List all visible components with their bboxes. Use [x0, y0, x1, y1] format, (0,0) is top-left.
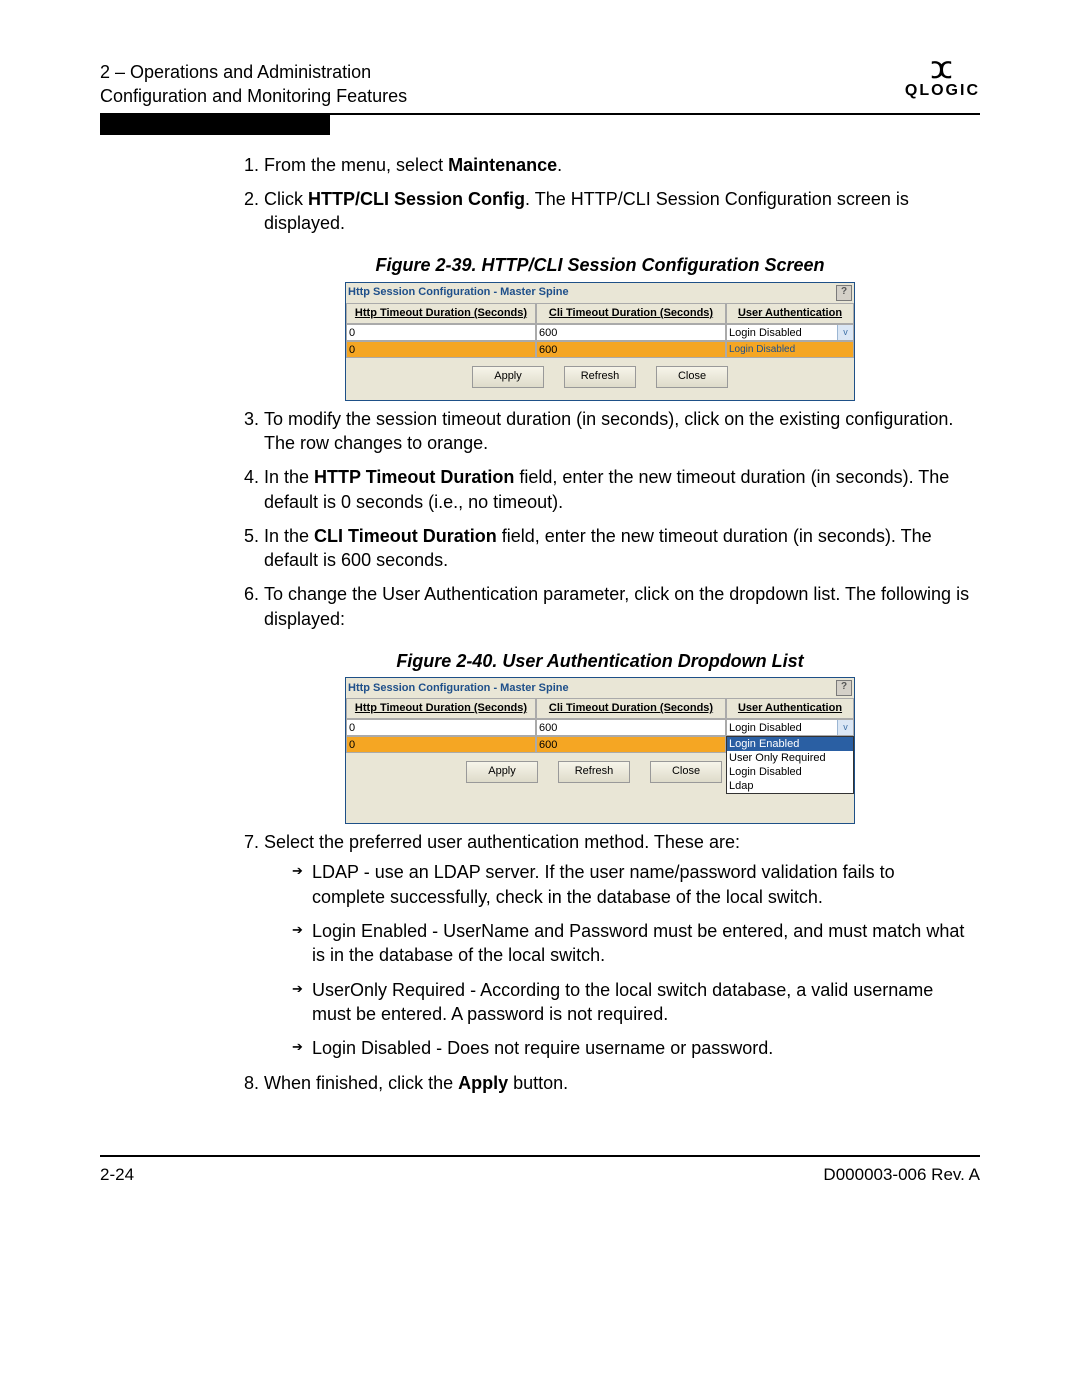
instruction-list-cont: To modify the session timeout duration (…	[230, 407, 970, 631]
brand-name: QLOGIC	[905, 82, 980, 100]
close-button[interactable]: Close	[650, 761, 722, 783]
page-header-text: 2 – Operations and Administration Config…	[100, 60, 407, 109]
step-5: In the CLI Timeout Duration field, enter…	[264, 524, 970, 573]
http-timeout-selected[interactable]: 0	[346, 736, 536, 753]
footer-rule	[100, 1155, 980, 1157]
cli-timeout-selected[interactable]: 600	[536, 736, 726, 753]
ss39-title: Http Session Configuration - Master Spin…	[348, 285, 569, 300]
figure-40-screenshot: Http Session Configuration - Master Spin…	[345, 677, 855, 824]
col-header-cli-timeout: Cli Timeout Duration (Seconds)	[536, 698, 726, 719]
help-icon[interactable]: ?	[836, 680, 852, 696]
page-footer: 2-24 D000003-006 Rev. A	[100, 1165, 980, 1185]
col-header-user-auth: User Authentication	[726, 698, 854, 719]
cli-timeout-input[interactable]: 600	[536, 719, 726, 736]
user-auth-dropdown[interactable]: Login Enabled User Only Required Login D…	[726, 736, 854, 794]
user-auth-selected[interactable]: Login Disabled	[726, 341, 854, 358]
refresh-button[interactable]: Refresh	[558, 761, 630, 783]
figure-40-caption: Figure 2-40. User Authentication Dropdow…	[230, 649, 970, 673]
chevron-down-icon: v	[837, 720, 853, 735]
header-line1: 2 – Operations and Administration	[100, 62, 371, 82]
ss40-title: Http Session Configuration - Master Spin…	[348, 681, 569, 696]
auth-option-ldap[interactable]: Ldap	[727, 779, 853, 793]
bullet-user-only: UserOnly Required - According to the loc…	[292, 978, 970, 1027]
close-button[interactable]: Close	[656, 366, 728, 388]
http-timeout-input[interactable]: 0	[346, 324, 536, 341]
qlogic-glyph-icon: ⵋ	[905, 60, 980, 82]
step-1: From the menu, select Maintenance.	[264, 153, 970, 177]
brand-logo: ⵋ QLOGIC	[905, 60, 980, 100]
col-header-http-timeout: Http Timeout Duration (Seconds)	[346, 303, 536, 324]
refresh-button[interactable]: Refresh	[564, 366, 636, 388]
user-auth-select[interactable]: Login Disabled v	[726, 719, 854, 736]
page-number: 2-24	[100, 1165, 134, 1185]
bullet-ldap: LDAP - use an LDAP server. If the user n…	[292, 860, 970, 909]
doc-revision: D000003-006 Rev. A	[823, 1165, 980, 1185]
user-auth-select[interactable]: Login Disabled v	[726, 324, 854, 341]
instruction-list-cont2: Select the preferred user authentication…	[230, 830, 970, 1095]
auth-option-login-enabled[interactable]: Login Enabled	[727, 737, 853, 751]
figure-39-screenshot: Http Session Configuration - Master Spin…	[345, 282, 855, 401]
step-4: In the HTTP Timeout Duration field, ente…	[264, 465, 970, 514]
help-icon[interactable]: ?	[836, 285, 852, 301]
step-2: Click HTTP/CLI Session Config. The HTTP/…	[264, 187, 970, 236]
header-line2: Configuration and Monitoring Features	[100, 86, 407, 106]
http-timeout-input[interactable]: 0	[346, 719, 536, 736]
auth-methods-list: LDAP - use an LDAP server. If the user n…	[264, 860, 970, 1060]
instruction-list: From the menu, select Maintenance. Click…	[230, 153, 970, 236]
apply-button[interactable]: Apply	[472, 366, 544, 388]
col-header-user-auth: User Authentication	[726, 303, 854, 324]
redaction-bar	[100, 115, 330, 135]
col-header-http-timeout: Http Timeout Duration (Seconds)	[346, 698, 536, 719]
cli-timeout-input[interactable]: 600	[536, 324, 726, 341]
step-7: Select the preferred user authentication…	[264, 830, 970, 1060]
chevron-down-icon: v	[837, 325, 853, 340]
bullet-login-enabled: Login Enabled - UserName and Password mu…	[292, 919, 970, 968]
step-3: To modify the session timeout duration (…	[264, 407, 970, 456]
auth-option-login-disabled[interactable]: Login Disabled	[727, 765, 853, 779]
apply-button[interactable]: Apply	[466, 761, 538, 783]
step-6: To change the User Authentication parame…	[264, 582, 970, 631]
figure-39-caption: Figure 2-39. HTTP/CLI Session Configurat…	[230, 253, 970, 277]
auth-option-user-only[interactable]: User Only Required	[727, 751, 853, 765]
cli-timeout-selected[interactable]: 600	[536, 341, 726, 358]
step-8: When finished, click the Apply button.	[264, 1071, 970, 1095]
bullet-login-disabled: Login Disabled - Does not require userna…	[292, 1036, 970, 1060]
http-timeout-selected[interactable]: 0	[346, 341, 536, 358]
col-header-cli-timeout: Cli Timeout Duration (Seconds)	[536, 303, 726, 324]
